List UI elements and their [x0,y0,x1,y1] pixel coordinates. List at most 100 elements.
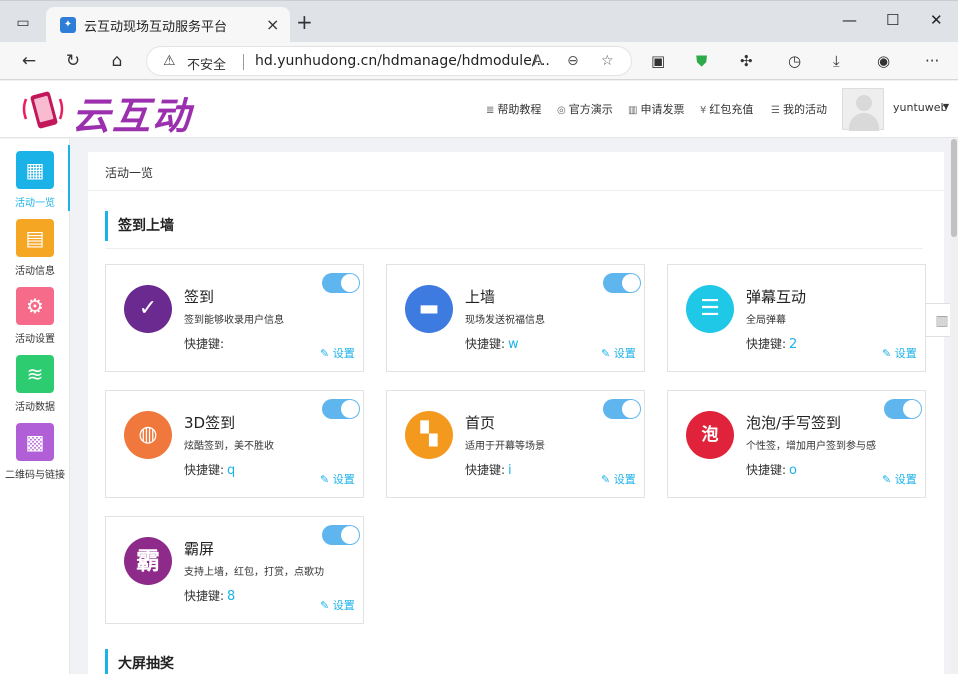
settings-label: 设置 [332,347,355,360]
card-desc: 个性签，增加用户签到参与感 [746,441,876,452]
tab-title: 云互动现场互动服务平台 [84,20,228,35]
sidebar-item-label: 活动信息 [15,266,55,277]
shortcut-label: 快捷键: [465,463,506,477]
scroll-thumb[interactable] [951,139,957,237]
settings-label: 设置 [332,473,355,486]
card-desc: 炫酷签到，美不胜收 [184,441,274,452]
page: 云互动 ≣ 帮助教程 ◎ 官方演示 ▥ 申请发票 ¥ 红包充值 ☰ 我的活动 yuntuw… [0,81,958,674]
settings-link[interactable]: ✎ 设置 [320,345,355,361]
module-toggle[interactable] [603,399,641,419]
grid-icon: ▦ [16,151,54,189]
chevron-down-icon[interactable]: ▼ [943,102,949,111]
module-toggle[interactable] [884,399,922,419]
nav-help[interactable]: ≣ 帮助教程 [486,101,541,117]
module-card-checkin[interactable]: ✓ 签到 签到能够收录用户信息 快捷键: ✎ 设置 [105,264,364,372]
shortcut-value: 8 [227,589,236,604]
browser-tab[interactable]: ✦ 云互动现场互动服务平台 × [46,7,290,43]
address-separator [243,54,244,70]
card-title: 3D签到 [184,414,236,432]
settings-link[interactable]: ✎ 设置 [601,345,636,361]
sidebar-item-overview[interactable]: ▦ 活动一览 [0,145,70,211]
back-icon[interactable]: ← [17,49,41,73]
pencil-icon: ✎ [320,473,330,486]
card-desc: 现场发送祝福信息 [465,315,545,326]
scrollbar[interactable] [950,139,958,674]
sidebar-item-qrcode[interactable]: ▩ 二维码与链接 [0,417,70,483]
card-desc: 签到能够收录用户信息 [184,315,284,326]
shortcut-label: 快捷键: [465,337,506,351]
profile-icon[interactable]: ◉ [877,52,890,70]
module-card-bapin[interactable]: 霸 霸屏 支持上墙，红包，打赏，点歌功 快捷键: 8 ✎ 设置 [105,516,364,624]
doc-icon: ≣ [486,105,495,116]
yen-icon: ¥ [700,105,707,116]
settings-label: 设置 [894,473,917,486]
avatar[interactable] [842,88,884,131]
url-text[interactable]: hd.yunhudong.cn/hdmanage/hdmodule/... [255,53,550,69]
tab-actions-icon[interactable]: ▭ [14,14,32,32]
shortcut-value: o [789,463,798,478]
toggle-knob [341,274,359,292]
card-title: 上墙 [465,288,496,306]
new-tab-icon[interactable]: + [296,12,313,32]
module-card-bubble-checkin[interactable]: 泡 泡泡/手写签到 个性签，增加用户签到参与感 快捷键: o ✎ 设置 [667,390,926,498]
home-icon[interactable]: ⌂ [105,49,129,73]
nav-invoice[interactable]: ▥ 申请发票 [628,101,684,117]
address-bar[interactable]: ⚠ 不安全 hd.yunhudong.cn/hdmanage/hdmodule/… [146,46,632,76]
card-desc: 全局弹幕 [746,315,786,326]
sidebar: ▦ 活动一览 ▤ 活动信息 ⚙ 活动设置 ≋ 活动数据 ▩ 二维码与链接 [0,139,70,674]
puzzle-icon[interactable]: ✣ [740,52,753,70]
settings-link[interactable]: ✎ 设置 [601,471,636,487]
settings-link[interactable]: ✎ 设置 [320,597,355,613]
sidebar-item-info[interactable]: ▤ 活动信息 [0,213,70,279]
shortcut-value: i [508,463,512,478]
avatar-body [849,113,879,131]
invoice-icon: ▥ [628,105,638,116]
close-window-icon[interactable]: ✕ [930,11,943,29]
nav-my-activity[interactable]: ☰ 我的活动 [771,101,827,117]
database-icon: ≋ [16,355,54,393]
more-icon[interactable]: ··· [925,52,939,70]
module-toggle[interactable] [322,273,360,293]
settings-link[interactable]: ✎ 设置 [320,471,355,487]
shield-icon[interactable]: ⛊ [696,52,707,70]
refresh-icon[interactable]: ↻ [61,49,85,73]
download-icon[interactable]: ⤓ [833,52,840,70]
module-card-danmaku[interactable]: ☰ 弹幕互动 全局弹幕 快捷键: 2 ✎ 设置 [667,264,926,372]
site-header: 云互动 ≣ 帮助教程 ◎ 官方演示 ▥ 申请发票 ¥ 红包充值 ☰ 我的活动 yuntuw… [0,81,958,138]
toggle-knob [903,400,921,418]
history-icon[interactable]: ◷ [788,52,801,70]
pencil-icon: ✎ [320,347,330,360]
module-card-3d-checkin[interactable]: ◍ 3D签到 炫酷签到，美不胜收 快捷键: q ✎ 设置 [105,390,364,498]
message-icon: ▬ [405,285,453,333]
sidebar-item-settings[interactable]: ⚙ 活动设置 [0,281,70,347]
module-card-wall[interactable]: ▬ 上墙 现场发送祝福信息 快捷键: w ✎ 设置 [386,264,645,372]
module-card-home[interactable]: ▚ 首页 适用于开幕等场景 快捷键: i ✎ 设置 [386,390,645,498]
favorite-icon[interactable]: ☆ [601,53,614,69]
site-favicon-icon: ✦ [60,17,76,33]
section-title-checkin: 签到上墙 [105,211,174,241]
nav-recharge[interactable]: ¥ 红包充值 [700,101,753,117]
card-shortcut: 快捷键: 8 [184,587,235,604]
minimize-icon[interactable]: — [842,11,857,29]
sidebar-item-data[interactable]: ≋ 活动数据 [0,349,70,415]
module-toggle[interactable] [322,399,360,419]
shortcut-value: w [508,337,519,352]
nav-demo[interactable]: ◎ 官方演示 [557,101,613,117]
logo-text[interactable]: 云互动 [72,85,192,140]
tab-close-icon[interactable]: × [266,15,279,34]
shortcut-label: 快捷键: [184,337,225,351]
module-toggle[interactable] [322,525,360,545]
section-title-lottery: 大屏抽奖 [105,649,174,674]
read-aloud-icon[interactable]: A [533,53,543,69]
maximize-icon[interactable]: ☐ [886,11,899,29]
settings-link[interactable]: ✎ 设置 [882,345,917,361]
username[interactable]: yuntuweb [893,101,947,114]
module-toggle[interactable] [603,273,641,293]
shortcut-value: 2 [789,337,798,352]
shortcut-label: 快捷键: [184,463,225,477]
zoom-icon[interactable]: ⊖ [567,53,579,69]
extension-icon[interactable]: ▣ [651,52,665,70]
settings-link[interactable]: ✎ 设置 [882,471,917,487]
curtain-icon: ▚ [405,411,453,459]
toggle-knob [622,274,640,292]
